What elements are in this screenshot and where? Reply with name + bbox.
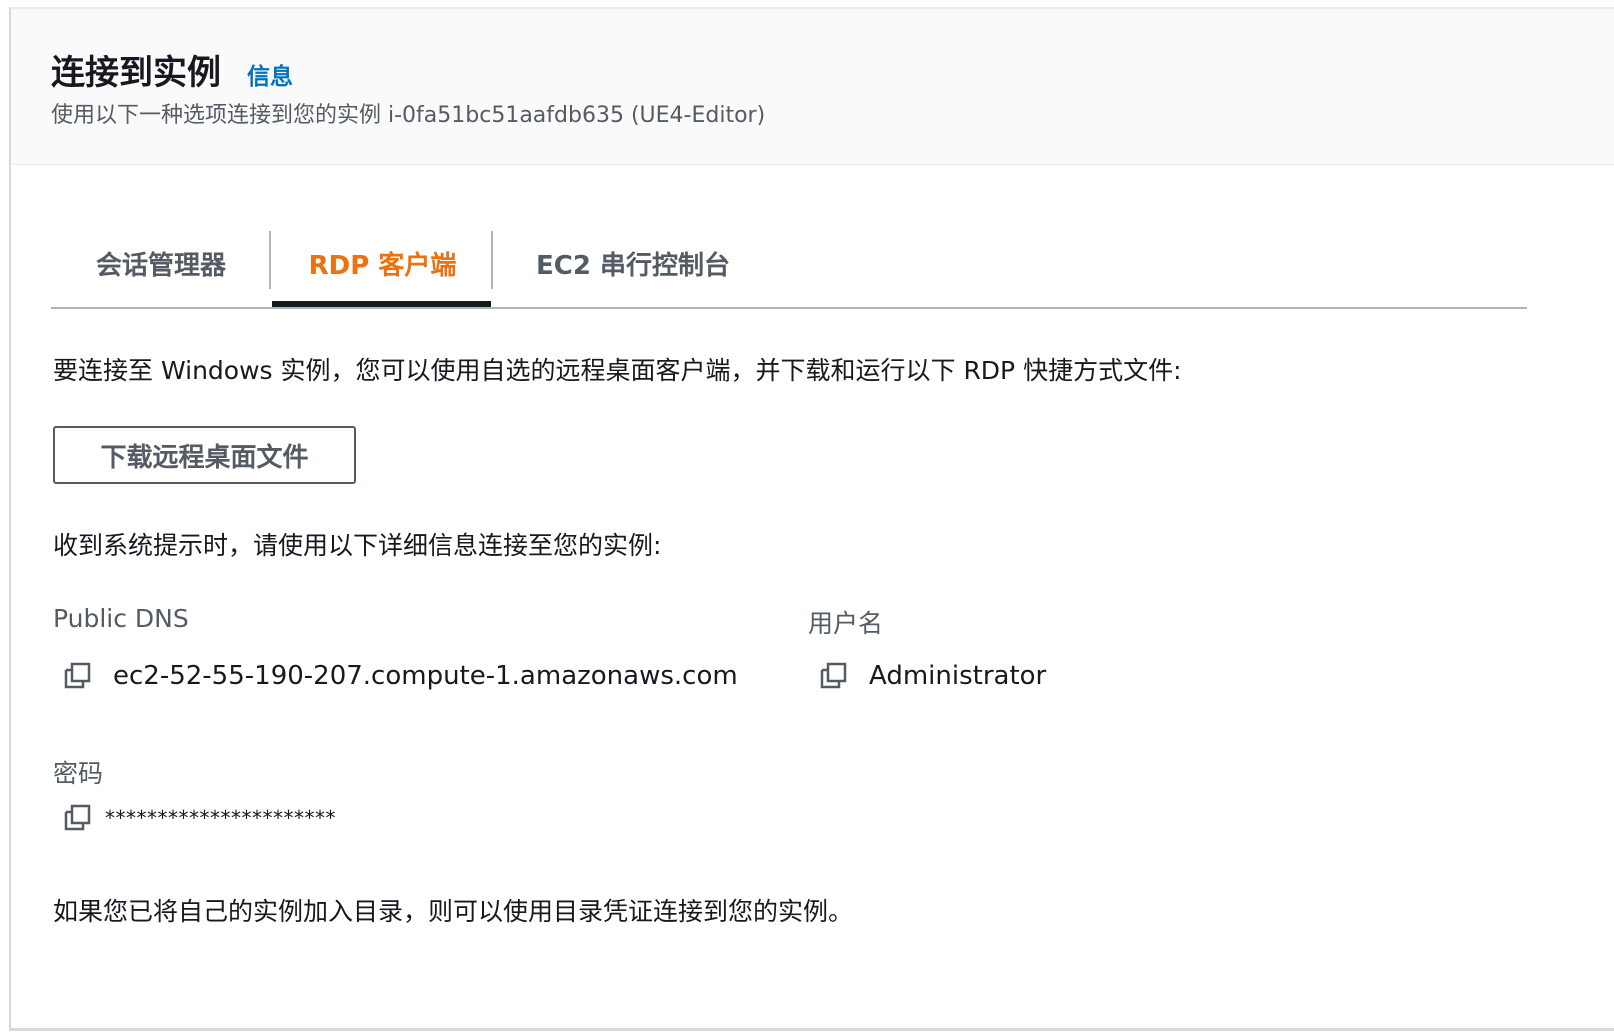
tab-ec2-serial-console[interactable]: EC2 串行控制台: [494, 219, 764, 307]
tab-session-manager[interactable]: 会话管理器: [51, 219, 271, 307]
rdp-prompt-text: 收到系统提示时，请使用以下详细信息连接至您的实例:: [53, 531, 662, 560]
connection-tabs: 会话管理器 RDP 客户端 EC2 串行控制台: [51, 219, 1527, 309]
username-label: 用户名: [808, 609, 884, 638]
username-field: Administrator: [819, 661, 1046, 691]
tab-divider: [269, 231, 271, 289]
copy-icon[interactable]: [819, 661, 849, 691]
public-dns-label: Public DNS: [53, 604, 189, 633]
page-subtitle: 使用以下一种选项连接到您的实例 i-0fa51bc51aafdb635 (UE4…: [51, 103, 766, 128]
title-row: 连接到实例 信息: [51, 45, 293, 94]
public-dns-field: ec2-52-55-190-207.compute-1.amazonaws.co…: [63, 661, 738, 691]
password-label: 密码: [53, 759, 104, 788]
copy-icon[interactable]: [63, 661, 93, 691]
password-field: **********************: [63, 803, 336, 833]
tab-rdp-client[interactable]: RDP 客户端: [272, 219, 493, 307]
connect-to-instance-panel: 连接到实例 信息 使用以下一种选项连接到您的实例 i-0fa51bc51aafd…: [9, 7, 1614, 1031]
directory-credentials-note: 如果您已将自己的实例加入目录，则可以使用目录凭证连接到您的实例。: [53, 897, 854, 926]
info-link[interactable]: 信息: [247, 57, 293, 91]
public-dns-value: ec2-52-55-190-207.compute-1.amazonaws.co…: [113, 661, 738, 691]
active-tab-indicator: [272, 301, 491, 307]
page-title: 连接到实例: [51, 53, 221, 93]
username-value: Administrator: [869, 661, 1047, 691]
password-value: **********************: [105, 806, 336, 830]
tab-divider: [491, 231, 493, 289]
copy-icon[interactable]: [63, 803, 93, 833]
rdp-intro-text: 要连接至 Windows 实例，您可以使用自选的远程桌面客户端，并下载和运行以下…: [53, 356, 1182, 385]
download-remote-desktop-file-button[interactable]: 下载远程桌面文件: [53, 426, 356, 484]
panel-header: 连接到实例 信息 使用以下一种选项连接到您的实例 i-0fa51bc51aafd…: [11, 9, 1614, 165]
